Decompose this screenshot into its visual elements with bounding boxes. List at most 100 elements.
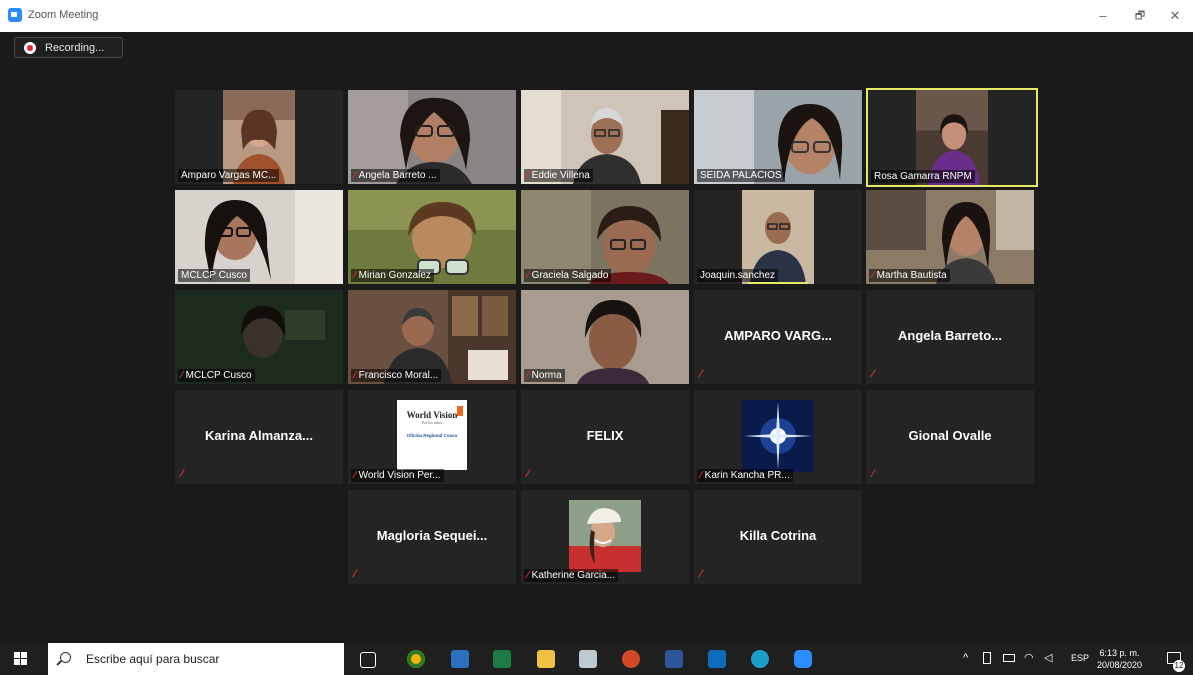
participant-name-label: ⁄ Eddie Villena: [524, 169, 593, 182]
participant-name: World Vision Per...: [358, 470, 441, 481]
mic-muted-icon: ⁄: [527, 170, 529, 181]
participant-tile[interactable]: Joaquin.sanchez: [694, 190, 862, 284]
participant-name-label: SEIDA PALACIOS: [697, 169, 785, 182]
outlook-icon[interactable]: [708, 650, 726, 668]
participant-name-label: ⁄ World Vision Per...: [351, 469, 444, 482]
participant-name: Norma: [531, 370, 562, 381]
participant-tile[interactable]: ⁄ Norma: [521, 290, 689, 384]
participant-tile[interactable]: ⁄ Angela Barreto ...: [348, 90, 516, 184]
participant-tile[interactable]: MCLCP Cusco: [175, 190, 343, 284]
mic-muted-icon: ⁄: [527, 468, 529, 480]
app-icon[interactable]: [579, 650, 597, 668]
minimize-button[interactable]: –: [1088, 6, 1118, 26]
close-button[interactable]: ✕: [1160, 6, 1190, 26]
battery-icon[interactable]: [1003, 654, 1015, 662]
word-icon[interactable]: [665, 650, 683, 668]
participant-tile[interactable]: ⁄ Eddie Villena: [521, 90, 689, 184]
participant-name: Joaquin.sanchez: [700, 270, 776, 281]
record-icon: [24, 42, 36, 54]
participant-name: Eddie Villena: [531, 170, 590, 181]
recording-label: Recording...: [45, 42, 105, 54]
logo-office: Oficina Regional Cusco: [406, 433, 458, 438]
participant-name: Gional Ovalle: [908, 428, 992, 443]
participant-name: Killa Cotrina: [739, 528, 817, 543]
recording-indicator[interactable]: Recording...: [14, 37, 123, 58]
audio-level-bar: [748, 282, 808, 284]
participant-name-label: ⁄ Norma: [524, 369, 565, 382]
logo-accent: [457, 406, 463, 416]
taskbar-search-box[interactable]: Escribe aquí para buscar: [48, 643, 344, 675]
participant-name-label: Amparo Vargas MC...: [178, 169, 280, 182]
mic-muted-icon: ⁄: [354, 470, 356, 481]
participant-name-label: ⁄ Francisco Moral...: [351, 369, 442, 382]
mic-muted-icon: ⁄: [181, 468, 183, 480]
task-view-icon[interactable]: [360, 652, 376, 668]
participant-name: Rosa Gamarra RNPM: [874, 171, 972, 182]
file-explorer-icon[interactable]: [537, 650, 555, 668]
mic-muted-icon: ⁄: [181, 370, 183, 381]
language-indicator[interactable]: ESP: [1071, 653, 1089, 663]
powerpoint-icon[interactable]: [622, 650, 640, 668]
mic-muted-icon: ⁄: [527, 570, 529, 581]
chrome-icon[interactable]: [407, 650, 425, 668]
taskbar-clock[interactable]: 6:13 p. m. 20/08/2020: [1097, 647, 1142, 671]
edge-icon[interactable]: [751, 650, 769, 668]
wifi-icon[interactable]: ◠: [1024, 651, 1034, 664]
notification-count-badge: 12: [1173, 660, 1185, 672]
participant-tile[interactable]: ⁄ Karin Kancha PR...: [694, 390, 862, 484]
participant-tile[interactable]: SEIDA PALACIOS: [694, 90, 862, 184]
search-placeholder: Escribe aquí para buscar: [86, 652, 220, 666]
participant-tile[interactable]: Killa Cotrina ⁄: [694, 490, 862, 584]
maximize-button[interactable]: 🗗: [1125, 6, 1155, 26]
participant-tile[interactable]: ⁄ Mirian Gonzalez: [348, 190, 516, 284]
tray-chevron-icon[interactable]: ^: [963, 652, 968, 664]
participant-tile[interactable]: ⁄ MCLCP Cusco: [175, 290, 343, 384]
participant-tile[interactable]: ⁄ Francisco Moral...: [348, 290, 516, 384]
participant-name: Karin Kancha PR...: [704, 470, 790, 481]
participant-name-label: MCLCP Cusco: [178, 269, 250, 282]
participant-tile[interactable]: FELIX ⁄: [521, 390, 689, 484]
participant-name: Francisco Moral...: [358, 370, 439, 381]
mic-muted-icon: ⁄: [354, 568, 356, 580]
active-speaker-tile[interactable]: Rosa Gamarra RNPM: [866, 88, 1038, 187]
logo-subtitle: Por los niños: [421, 420, 443, 425]
participant-tile[interactable]: Gional Ovalle ⁄: [866, 390, 1034, 484]
participant-tile[interactable]: AMPARO VARG... ⁄: [694, 290, 862, 384]
windows-taskbar: Escribe aquí para buscar ^ ◠ ◁ ESP 6:13 …: [0, 643, 1193, 675]
participant-tile[interactable]: ⁄ Graciela Salgado: [521, 190, 689, 284]
participant-name-label: ⁄ Mirian Gonzalez: [351, 269, 434, 282]
participant-tile[interactable]: ⁄ Martha Bautista: [866, 190, 1034, 284]
mic-muted-icon: ⁄: [354, 370, 356, 381]
windows-start-icon[interactable]: [14, 652, 28, 666]
participant-name-label: ⁄ MCLCP Cusco: [178, 369, 255, 382]
mic-muted-icon: ⁄: [700, 568, 702, 580]
participant-tile[interactable]: Amparo Vargas MC...: [175, 90, 343, 184]
participant-tile[interactable]: Magloria Sequei... ⁄: [348, 490, 516, 584]
participant-tile[interactable]: Karina Almanza... ⁄: [175, 390, 343, 484]
participant-tile[interactable]: Angela Barreto... ⁄: [866, 290, 1034, 384]
participant-name: Mirian Gonzalez: [358, 270, 431, 281]
mic-muted-icon: ⁄: [700, 368, 702, 380]
participant-tile[interactable]: World Vision Por los niños Oficina Regio…: [348, 390, 516, 484]
participant-name-label: Rosa Gamarra RNPM: [871, 170, 975, 183]
participant-name-label: ⁄ Angela Barreto ...: [351, 169, 440, 182]
participant-name: Amparo Vargas MC...: [181, 170, 277, 181]
mic-muted-icon: ⁄: [354, 270, 356, 281]
zoom-app-icon: [8, 8, 22, 22]
participant-name: Magloria Sequei...: [376, 528, 488, 543]
participant-name: Katherine Garcia...: [531, 570, 616, 581]
participant-tile[interactable]: ⁄ Katherine Garcia...: [521, 490, 689, 584]
participant-name: Graciela Salgado: [531, 270, 609, 281]
volume-icon[interactable]: ◁: [1044, 651, 1052, 664]
participant-name: Angela Barreto...: [897, 328, 1003, 343]
participant-name: FELIX: [586, 428, 624, 443]
participant-name: AMPARO VARG...: [724, 328, 832, 343]
participant-name-label: Joaquin.sanchez: [697, 269, 779, 282]
tray-person-icon[interactable]: [983, 652, 991, 664]
zoom-taskbar-icon[interactable]: [794, 650, 812, 668]
excel-icon[interactable]: [493, 650, 511, 668]
participant-name: MCLCP Cusco: [185, 370, 252, 381]
participant-name: SEIDA PALACIOS: [700, 170, 782, 181]
search-icon: [60, 652, 71, 663]
calculator-icon[interactable]: [451, 650, 469, 668]
